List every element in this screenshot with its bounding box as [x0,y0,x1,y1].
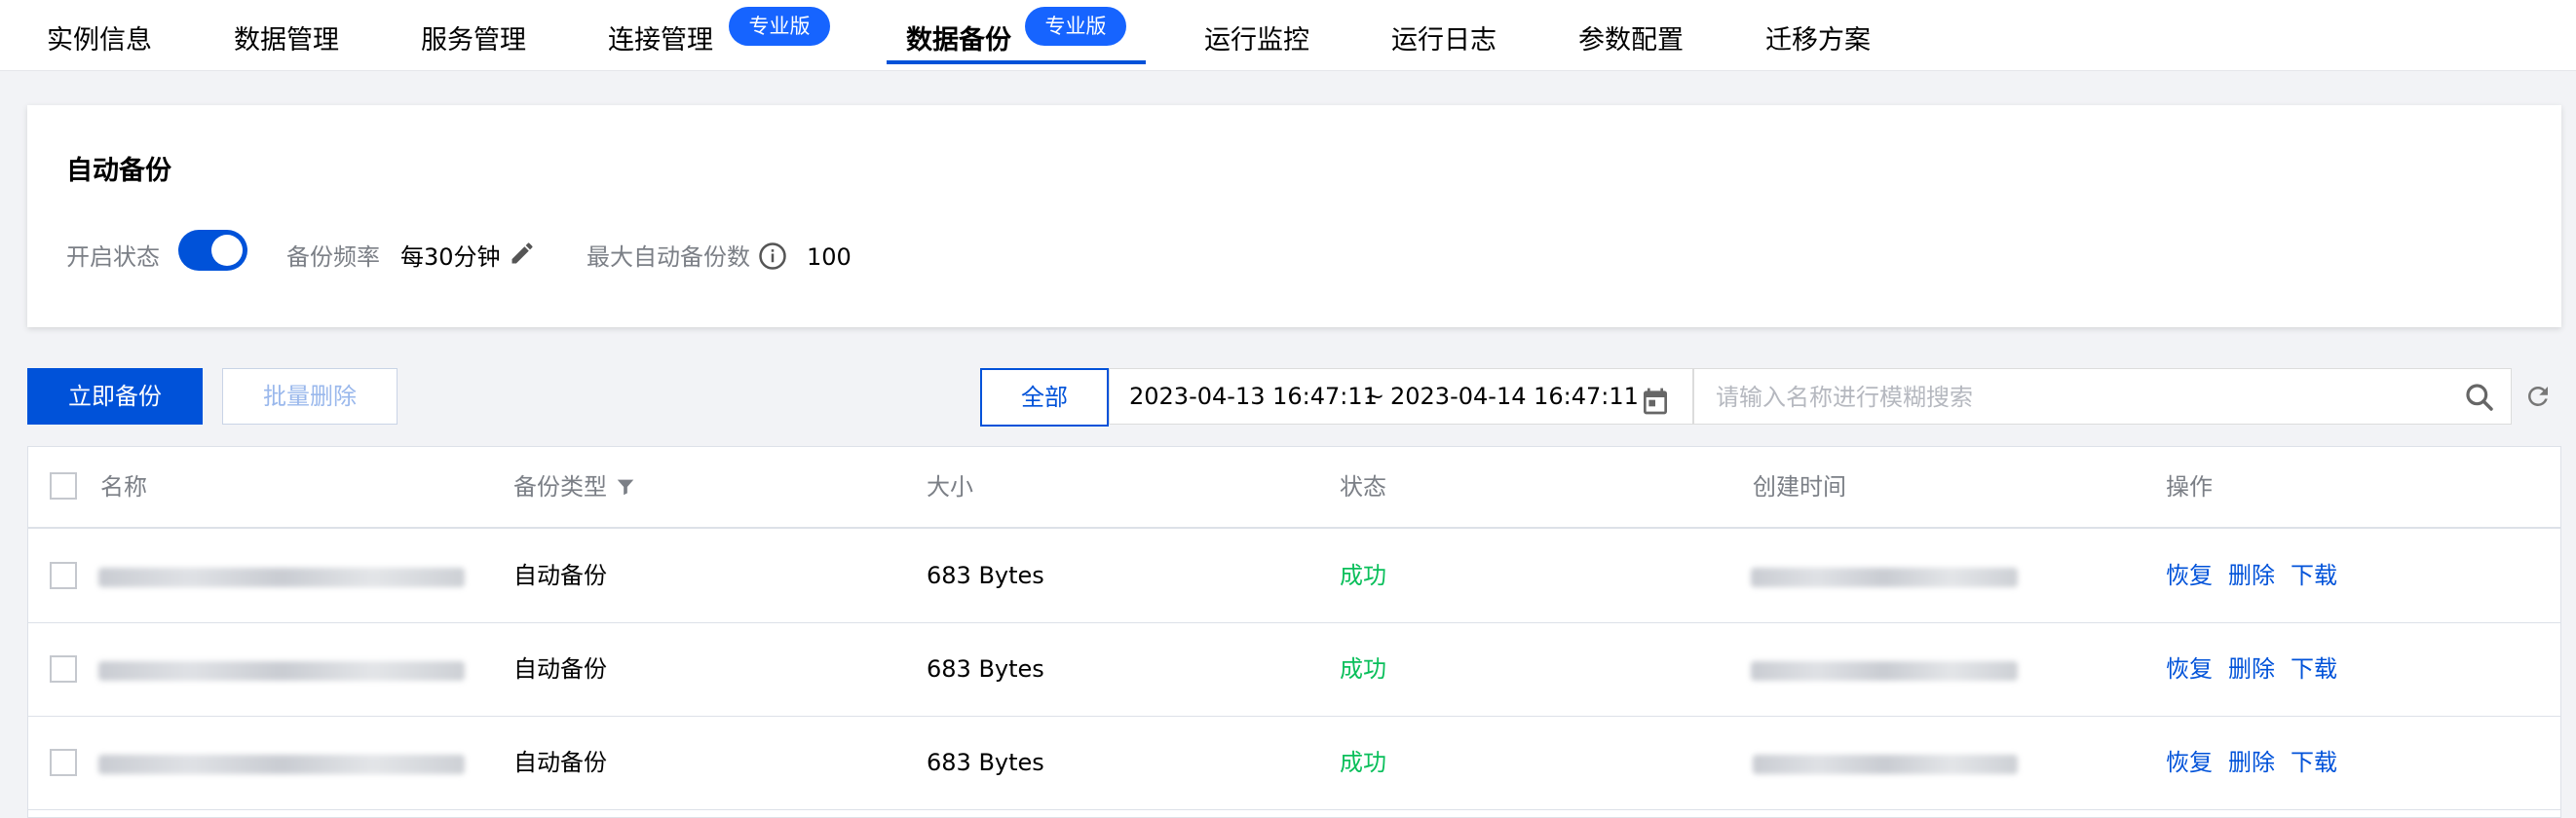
backup-type-cell: 自动备份 [513,749,607,776]
delete-link[interactable]: 删除 [2228,556,2275,595]
column-header-actions: 操作 [2166,473,2213,501]
auto-backup-toggle[interactable] [178,230,247,271]
select-all-checkbox[interactable] [50,472,77,500]
filter-all-button[interactable]: 全部 [980,368,1109,427]
tab-data-management[interactable]: 数据管理 [234,21,339,60]
row-checkbox[interactable] [50,655,77,683]
date-separator: ~ [1365,383,1385,410]
max-backups-value: 100 [807,243,852,271]
table-row: 自动备份 683 Bytes 成功 恢复 删除 下载 [28,716,2560,810]
download-link[interactable]: 下载 [2291,650,2337,688]
download-link[interactable]: 下载 [2291,556,2337,595]
redacted-created-time [1751,661,2018,681]
row-checkbox[interactable] [50,562,77,589]
column-header-status: 状态 [1340,473,1386,501]
active-tab-indicator [887,60,1146,64]
table-row: 自动备份 683 Bytes 成功 恢复 删除 下载 [28,622,2560,717]
max-backups-label: 最大自动备份数 [587,243,750,271]
redacted-backup-name [98,568,465,587]
redacted-created-time [1751,568,2018,587]
size-cell: 683 Bytes [927,749,1044,776]
date-range-picker[interactable]: 2023-04-13 16:47:11 ~ 2023-04-14 16:47:1… [1109,368,1693,425]
size-cell: 683 Bytes [927,655,1044,683]
edit-icon[interactable] [509,240,536,271]
column-header-created-time: 创建时间 [1753,473,1846,501]
status-cell: 成功 [1340,749,1386,776]
auto-backup-card: 自动备份 开启状态 备份频率 每30分钟 最大自动备份数 100 [27,105,2561,327]
delete-link[interactable]: 删除 [2228,650,2275,688]
redacted-backup-name [98,755,465,774]
column-header-name: 名称 [100,473,147,501]
backup-table: 名称 备份类型 大小 状态 创建时间 操作 自动备份 683 Bytes 成功 … [27,446,2561,818]
backup-now-button[interactable]: 立即备份 [27,368,203,425]
restore-link[interactable]: 恢复 [2166,556,2213,595]
delete-link[interactable]: 删除 [2228,743,2275,782]
frequency-label: 备份频率 [286,243,380,271]
column-header-size: 大小 [927,473,973,501]
date-start: 2023-04-13 16:47:11 [1129,383,1378,410]
status-cell: 成功 [1340,562,1386,589]
row-checkbox[interactable] [50,749,77,776]
tab-monitoring[interactable]: 运行监控 [1204,21,1309,60]
tab-connection-management[interactable]: 连接管理 [608,21,713,60]
column-header-backup-type: 备份类型 [513,473,607,501]
redacted-created-time [1753,755,2018,774]
size-cell: 683 Bytes [927,562,1044,589]
backup-type-cell: 自动备份 [513,562,607,589]
card-title: 自动备份 [66,156,171,186]
pro-badge: 专业版 [1025,7,1126,46]
tab-data-backup[interactable]: 数据备份 [906,21,1011,60]
restore-link[interactable]: 恢复 [2166,650,2213,688]
batch-delete-button[interactable]: 批量删除 [222,368,398,425]
search-box [1693,368,2512,425]
filter-icon[interactable] [615,476,636,502]
status-label: 开启状态 [66,243,160,271]
status-cell: 成功 [1340,655,1386,683]
search-input[interactable] [1714,379,2439,416]
date-end: 2023-04-14 16:47:11 [1390,383,1639,410]
restore-link[interactable]: 恢复 [2166,743,2213,782]
table-header: 名称 备份类型 大小 状态 创建时间 操作 [28,447,2560,529]
pro-badge: 专业版 [729,7,830,46]
toggle-knob [211,235,243,266]
info-icon[interactable] [758,242,787,275]
tab-bar: 实例信息 数据管理 服务管理 连接管理 专业版 数据备份 专业版 运行监控 运行… [0,0,2576,71]
table-row: 自动备份 683 Bytes 成功 恢复 删除 下载 [28,529,2560,623]
tab-service-management[interactable]: 服务管理 [421,21,526,60]
tab-run-logs[interactable]: 运行日志 [1391,21,1496,60]
redacted-backup-name [98,661,465,681]
tab-migration[interactable]: 迁移方案 [1765,21,1871,60]
tab-parameters[interactable]: 参数配置 [1578,21,1684,60]
calendar-icon[interactable] [1640,382,1671,436]
search-icon[interactable] [2464,382,2495,417]
refresh-icon[interactable] [2523,382,2553,415]
tab-instance-info[interactable]: 实例信息 [47,21,152,60]
frequency-value: 每30分钟 [400,243,501,271]
download-link[interactable]: 下载 [2291,743,2337,782]
backup-type-cell: 自动备份 [513,655,607,683]
